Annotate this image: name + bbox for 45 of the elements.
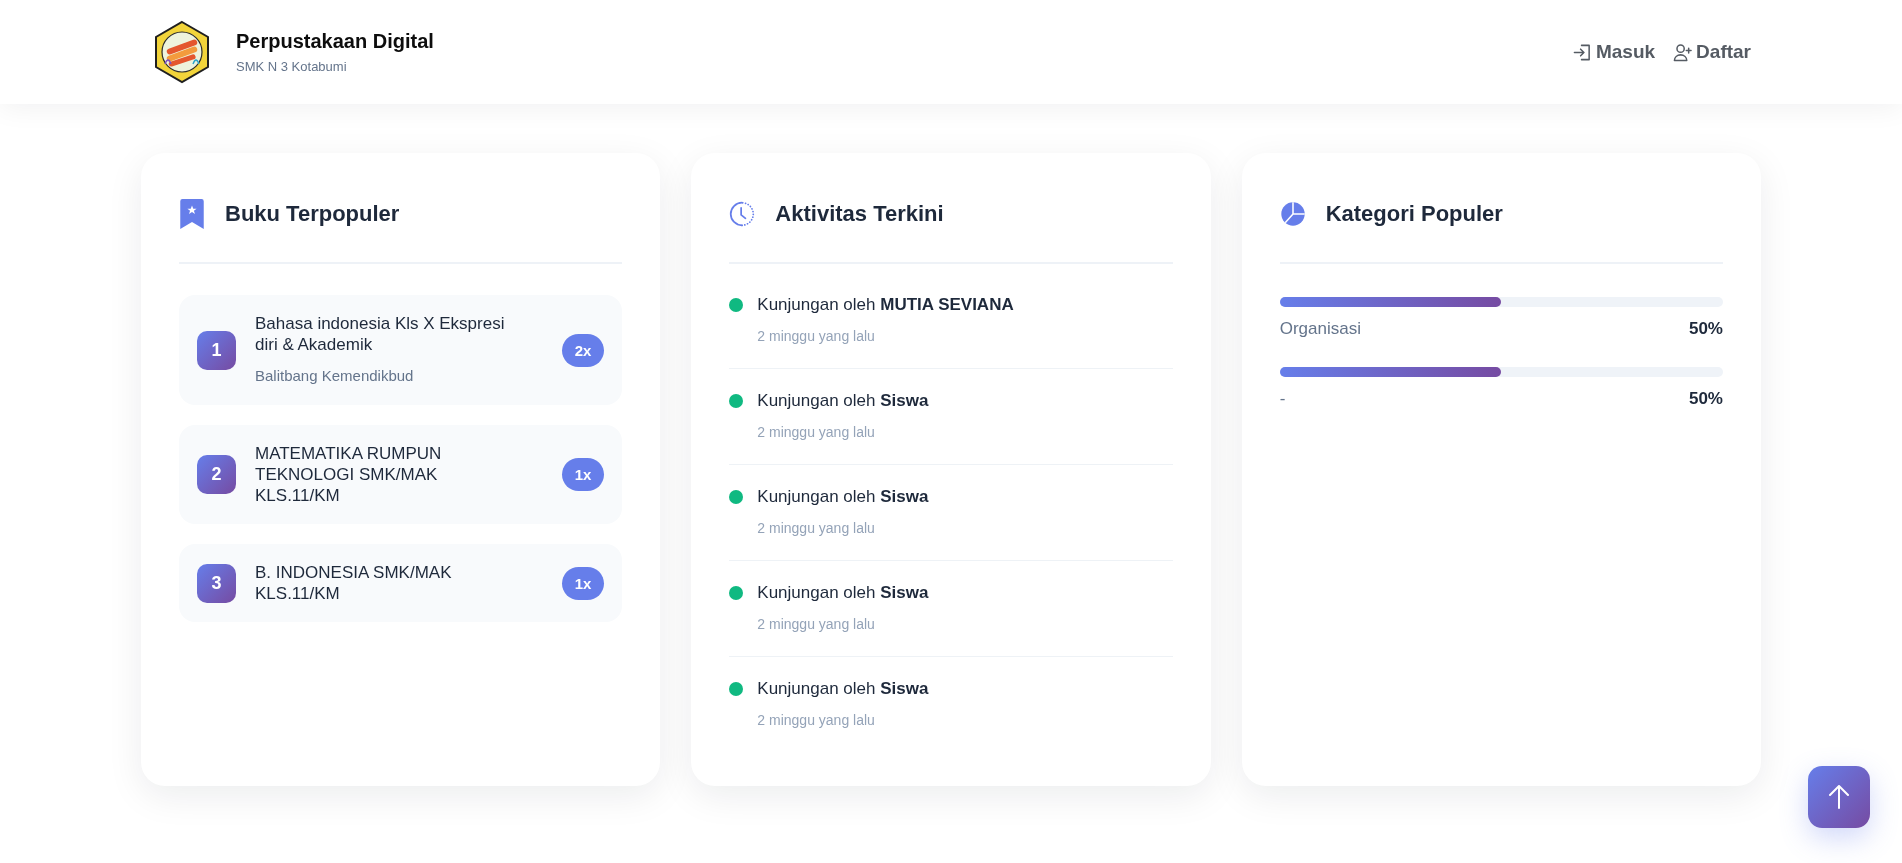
card-title: Buku Terpopuler [225,200,400,228]
activity-text: Kunjungan oleh Siswa [757,583,929,603]
book-title: Bahasa indonesia Kls X Ekspresi diri & Akademik [255,313,506,355]
book-title: MATEMATIKA RUMPUN TEKNOLOGI SMK/MAK KLS.11/KM [255,443,443,506]
bookmark-star-icon [179,198,205,230]
activity-text: Kunjungan oleh Siswa [757,391,929,411]
category-name: - [1279,388,1286,410]
activity-time: 2 minggu yang lalu [757,615,875,633]
emblem-logo-icon [154,20,210,84]
borrow-count-badge: 1x [561,566,605,600]
rank-badge: 2 [197,455,236,494]
card-title: Kategori Populer [1325,200,1503,228]
site-title: Perpustakaan Digital [236,29,434,53]
activity-time: 2 minggu yang lalu [757,327,875,345]
login-link[interactable]: Masuk [1572,40,1656,64]
card-title: Aktivitas Terkini [775,200,944,228]
activity-text: Kunjungan oleh Siswa [757,679,929,699]
status-dot-icon [729,586,744,600]
book-title: B. INDONESIA SMK/MAK KLS.11/KM [255,562,453,604]
status-dot-icon [729,298,744,312]
book-item[interactable]: 1 Bahasa indonesia Kls X Ekspresi diri & Akademik Balitbang Kemendikbud 2x [179,295,623,405]
activity-time: 2 minggu yang lalu [757,711,875,729]
book-author: Balitbang Kemendikbud [255,366,415,386]
rank-badge: 3 [197,563,236,603]
user-plus-icon [1673,42,1693,62]
login-icon [1572,42,1592,62]
arrow-up-icon [1828,785,1850,809]
borrow-count-badge: 1x [561,458,605,491]
category-name: Organisasi [1279,318,1361,340]
activity-time: 2 minggu yang lalu [757,423,875,441]
book-item[interactable]: 3 B. INDONESIA SMK/MAK KLS.11/KM 1x [179,544,623,622]
register-link[interactable]: Daftar [1673,40,1751,64]
school-name: SMK N 3 Kotabumi [236,59,348,75]
activity-text: Kunjungan oleh Siswa [757,487,929,507]
activity-time: 2 minggu yang lalu [757,519,875,537]
scroll-to-top-button[interactable] [1808,766,1870,828]
status-dot-icon [729,490,744,504]
activity-text: Kunjungan oleh MUTIA SEVIANA [757,295,1014,315]
borrow-count-badge: 2x [561,333,605,367]
rank-badge: 1 [197,330,236,370]
category-percent: 50% [1688,318,1723,340]
book-item[interactable]: 2 MATEMATIKA RUMPUN TEKNOLOGI SMK/MAK KLS.11/KM 1x [179,425,623,524]
status-dot-icon [729,394,744,408]
status-dot-icon [729,682,744,696]
category-percent: 50% [1688,388,1723,410]
